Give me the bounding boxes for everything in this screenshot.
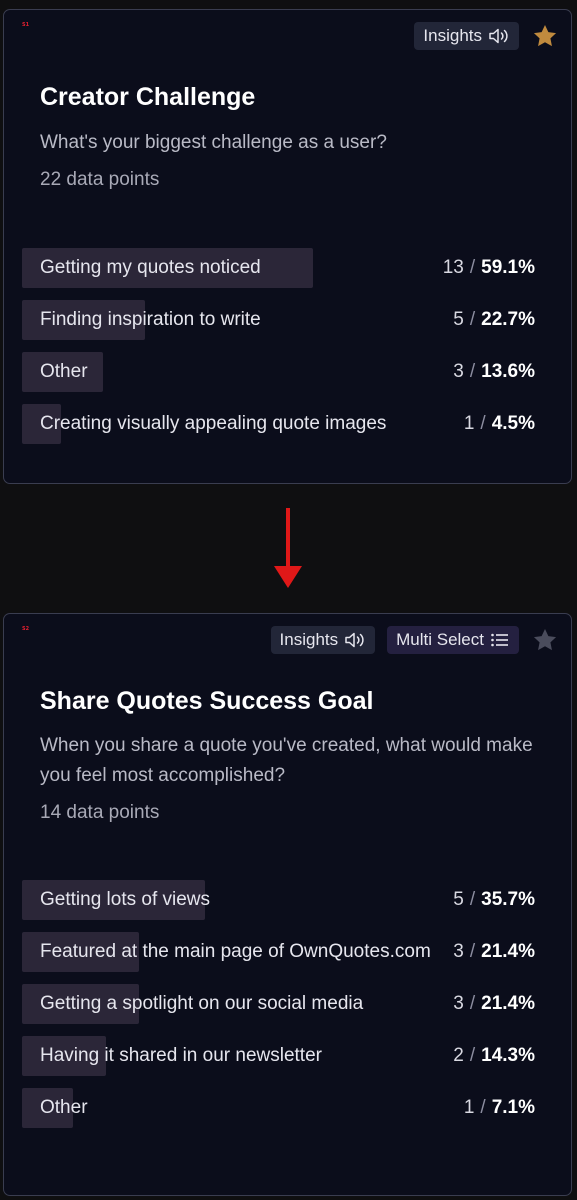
poll-options: Getting my quotes noticed 13/59.1% Finding… [22,248,535,456]
option-count: 5 [453,889,464,910]
poll-option: Having it shared in our newsletter 2/14.3… [22,1036,535,1076]
poll-question: What's your biggest challenge as a user? [40,132,387,153]
option-count: 1 [463,1097,475,1118]
option-percent: 22.7% [481,309,535,330]
separator: / [480,413,486,434]
separator: / [469,993,476,1014]
option-percent: 21.4% [481,993,535,1014]
card-toolbar: Insights [414,22,559,50]
speaker-icon [488,27,510,45]
multi-select-label: Multi Select [396,630,484,649]
card-tag: S2 [22,626,30,632]
poll-option: Getting a spotlight on our social media 3… [22,984,535,1024]
separator: / [480,1097,486,1118]
option-percent: 59.1% [481,257,535,278]
poll-title: Share Quotes Success Goal [40,687,374,715]
separator: / [469,1045,476,1066]
option-stat: 3/21.4% [453,992,535,1016]
poll-card-share-quotes-goal: S2 Insights Multi Select Share Quotes Su… [3,613,572,1196]
option-stat: 5/22.7% [453,308,535,332]
poll-option: Getting my quotes noticed 13/59.1% [22,248,535,288]
separator: / [469,309,476,330]
poll-option: Other 1/7.1% [22,1088,535,1128]
option-label: Other [40,1097,88,1118]
option-percent: 4.5% [491,413,535,434]
option-percent: 14.3% [481,1045,535,1066]
option-count: 3 [453,941,464,962]
option-count: 2 [453,1045,464,1066]
option-stat: 1/4.5% [464,412,535,436]
multi-select-badge: Multi Select [387,626,519,654]
card-toolbar: Insights Multi Select [270,626,559,654]
separator: / [469,257,476,278]
card-tag: S1 [22,22,30,28]
down-arrow-icon [273,508,303,597]
insights-button[interactable]: Insights [414,22,519,50]
poll-option: Creating visually appealing quote images… [22,404,535,444]
option-count: 13 [442,257,464,278]
option-label: Getting my quotes noticed [40,257,261,278]
option-stat: 3/13.6% [453,360,535,384]
poll-options: Getting lots of views 5/35.7% Featured at … [22,880,535,1140]
list-icon [490,632,510,648]
separator: / [469,889,476,910]
insights-button[interactable]: Insights [270,626,376,654]
option-label: Getting lots of views [40,889,211,910]
separator: / [469,941,476,962]
option-percent: 7.1% [491,1097,535,1118]
option-count: 3 [453,361,464,382]
option-stat: 5/35.7% [453,888,535,912]
option-label: Finding inspiration to write [40,309,261,330]
option-stat: 1/7.1% [464,1096,535,1120]
poll-question: When you share a quote you've created, w… [40,735,533,786]
option-stat: 2/14.3% [453,1044,535,1068]
data-points-count: 14 data points [40,802,160,823]
option-label: Featured at the main page of OwnQuotes.c… [40,941,431,962]
option-count: 1 [463,413,475,434]
option-stat: 3/21.4% [453,940,535,964]
poll-card-creator-challenge: S1 Insights Creator Challenge What's you… [3,9,572,484]
option-percent: 13.6% [481,361,535,382]
poll-option: Featured at the main page of OwnQuotes.c… [22,932,535,972]
option-stat: 13/59.1% [443,256,535,280]
option-label: Getting a spotlight on our social media [40,993,364,1014]
option-percent: 21.4% [481,941,535,962]
option-label: Creating visually appealing quote images [40,413,387,434]
option-count: 3 [453,993,464,1014]
star-icon[interactable] [531,626,559,654]
poll-title: Creator Challenge [40,83,256,111]
star-icon[interactable] [531,22,559,50]
speaker-icon [344,631,366,649]
option-percent: 35.7% [481,889,535,910]
insights-label: Insights [423,26,482,45]
option-count: 5 [453,309,464,330]
poll-option: Getting lots of views 5/35.7% [22,880,535,920]
option-label: Other [40,361,88,382]
insights-label: Insights [279,630,339,649]
separator: / [469,361,476,382]
poll-option: Other 3/13.6% [22,352,535,392]
data-points-count: 22 data points [40,169,160,190]
poll-option: Finding inspiration to write 5/22.7% [22,300,535,340]
option-label: Having it shared in our newsletter [40,1045,322,1066]
